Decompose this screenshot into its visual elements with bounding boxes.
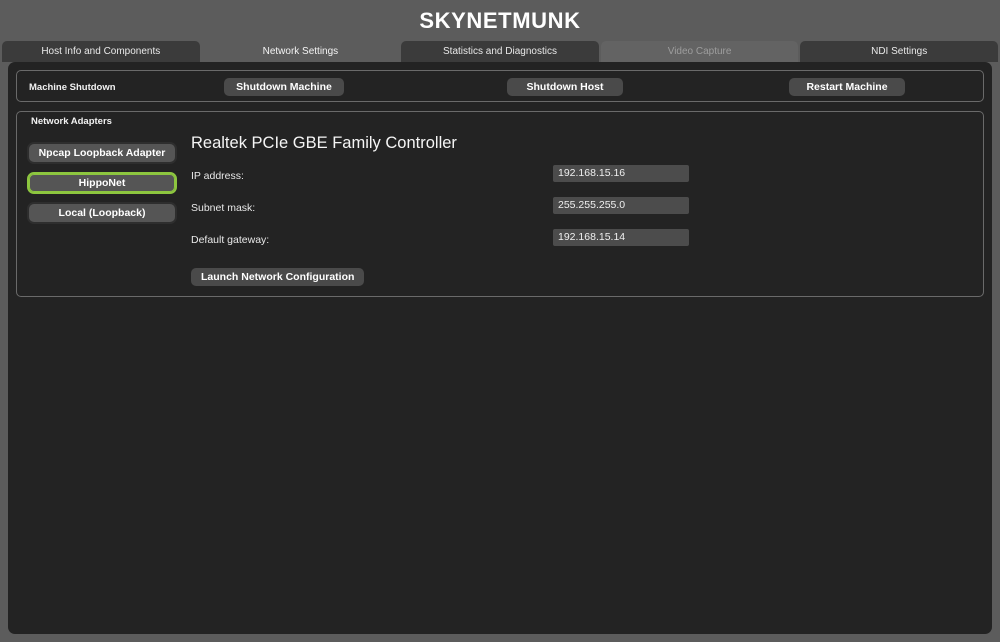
adapter-label: HippoNet (78, 177, 126, 189)
adapter-label: Local (Loopback) (58, 207, 146, 219)
adapter-label: Npcap Loopback Adapter (38, 147, 166, 159)
adapter-item-hipponet[interactable]: HippoNet (27, 172, 177, 194)
tab-host-info-and-components[interactable]: Host Info and Components (2, 41, 200, 62)
field-row-default-gateway: Default gateway: (191, 228, 971, 261)
tab-video-capture: Video Capture (600, 41, 799, 62)
tab-content-network-settings: Machine Shutdown Shutdown Machine Shutdo… (8, 62, 992, 634)
tab-bar: Host Info and Components Network Setting… (0, 41, 1000, 62)
field-row-ip-address: IP address: (191, 164, 971, 197)
ip-address-input[interactable] (553, 164, 689, 182)
tab-label: Network Settings (262, 46, 339, 57)
restart-machine-button[interactable]: Restart Machine (789, 78, 905, 96)
tab-label: Video Capture (667, 46, 732, 57)
shutdown-machine-button[interactable]: Shutdown Machine (224, 78, 344, 96)
adapter-name-heading: Realtek PCIe GBE Family Controller (191, 134, 457, 152)
adapter-item-npcap-loopback-adapter[interactable]: Npcap Loopback Adapter (27, 142, 177, 164)
tab-label: Statistics and Diagnostics (443, 46, 557, 57)
subnet-mask-input[interactable] (553, 196, 689, 214)
tab-ndi-settings[interactable]: NDI Settings (800, 41, 998, 62)
adapter-item-local-loopback[interactable]: Local (Loopback) (27, 202, 177, 224)
title-bar: SKYNETMUNK (0, 0, 1000, 41)
launch-network-configuration-button[interactable]: Launch Network Configuration (191, 267, 365, 286)
network-adapter-list: Npcap Loopback Adapter HippoNet Local (L… (27, 130, 177, 284)
default-gateway-input[interactable] (553, 228, 689, 246)
tab-network-settings[interactable]: Network Settings (201, 41, 400, 62)
adapter-details: Realtek PCIe GBE Family Controller IP ad… (177, 130, 971, 286)
shutdown-host-button[interactable]: Shutdown Host (507, 78, 623, 96)
application-window: SKYNETMUNK Host Info and Components Netw… (0, 0, 1000, 642)
tab-statistics-and-diagnostics[interactable]: Statistics and Diagnostics (401, 41, 599, 62)
machine-shutdown-panel: Machine Shutdown Shutdown Machine Shutdo… (16, 70, 984, 102)
default-gateway-label: Default gateway: (191, 233, 270, 246)
network-adapters-legend: Network Adapters (23, 114, 118, 130)
field-row-subnet-mask: Subnet mask: (191, 196, 971, 229)
network-adapters-panel: Network Adapters Npcap Loopback Adapter … (16, 111, 984, 297)
machine-shutdown-button-row: Shutdown Machine Shutdown Host Restart M… (17, 71, 983, 101)
app-title: SKYNETMUNK (419, 7, 581, 33)
tab-label: Host Info and Components (41, 46, 161, 57)
ip-address-label: IP address: (191, 169, 244, 182)
tab-label: NDI Settings (871, 46, 928, 57)
subnet-mask-label: Subnet mask: (191, 201, 256, 214)
